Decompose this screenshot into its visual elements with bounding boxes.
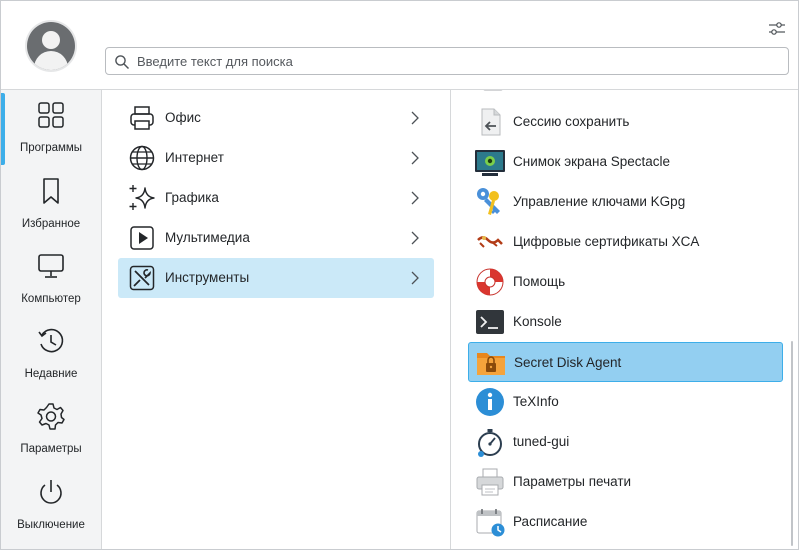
app-label: Снимок экрана Spectacle	[513, 154, 671, 169]
session-save-icon	[481, 108, 501, 136]
app-item-selected[interactable]: Secret Disk Agent	[468, 342, 783, 382]
printer-icon	[130, 106, 154, 130]
power-icon	[40, 480, 62, 504]
terminal-icon	[476, 310, 504, 334]
category-label: Офис	[165, 110, 201, 125]
app-label: TeXInfo	[513, 394, 559, 409]
app-label: Управление ключами KGpg	[513, 194, 686, 209]
category-office[interactable]: Офис	[118, 98, 434, 138]
app-item[interactable]: TeXInfo	[468, 382, 783, 422]
chevron-right-icon	[411, 151, 419, 165]
header	[1, 1, 798, 90]
nav-item-label: Выключение	[17, 519, 85, 531]
nav-item-label: Компьютер	[21, 293, 81, 305]
app-label: Сессию сохранить	[513, 114, 630, 129]
print-settings-icon	[476, 468, 504, 496]
stopwatch-icon	[478, 429, 502, 457]
bookmark-icon	[43, 178, 59, 204]
nav-item-shutdown[interactable]: Выключение	[1, 467, 101, 539]
info-icon	[476, 388, 504, 416]
avatar-body	[34, 51, 68, 70]
chevron-right-icon	[411, 271, 419, 285]
monitor-icon	[38, 254, 64, 278]
chevron-right-icon	[411, 191, 419, 205]
lifebuoy-icon	[476, 268, 504, 296]
nav-item-programs[interactable]: Программы	[1, 90, 101, 165]
chevron-right-icon	[411, 231, 419, 245]
application-list: Сессию сохранить Снимок экрана Spectacle…	[451, 90, 798, 549]
play-icon	[130, 226, 154, 250]
gear-icon	[37, 403, 65, 430]
chevron-right-icon	[411, 111, 419, 125]
category-internet[interactable]: Интернет	[118, 138, 434, 178]
category-label: Инструменты	[165, 270, 250, 285]
launcher-window: Программы Избранное Компьютер Недавние	[0, 0, 799, 550]
app-item[interactable]: Снимок экрана Spectacle	[468, 142, 783, 182]
nav-item-label: Параметры	[20, 443, 82, 455]
avatar[interactable]	[27, 22, 75, 70]
app-label: Цифровые сертификаты XCA	[513, 234, 700, 249]
secret-disk-icon	[477, 353, 505, 375]
app-label: Konsole	[513, 314, 562, 329]
avatar-head	[42, 31, 60, 49]
tools-icon	[129, 265, 155, 291]
category-label: Интернет	[165, 150, 224, 165]
spectacle-icon	[475, 150, 505, 176]
search-input[interactable]	[137, 50, 777, 72]
app-label: Secret Disk Agent	[514, 355, 622, 370]
certificate-icon	[477, 236, 503, 248]
sidebar: Программы Избранное Компьютер Недавние П…	[1, 90, 102, 549]
app-item[interactable]: Сессию сохранить	[468, 102, 783, 142]
category-label: Графика	[165, 190, 219, 205]
app-item[interactable]: Цифровые сертификаты XCA	[468, 222, 783, 262]
calendar-icon	[476, 509, 505, 537]
app-item[interactable]: Расписание	[468, 502, 783, 542]
search-icon	[115, 55, 130, 70]
nav-item-label: Недавние	[24, 368, 78, 380]
grid-icon	[38, 102, 64, 128]
app-item[interactable]: Помощь	[468, 262, 783, 302]
nav-item-favorites[interactable]: Избранное	[1, 166, 101, 238]
history-icon	[38, 328, 64, 353]
app-item[interactable]: Konsole	[468, 302, 783, 342]
app-item[interactable]: tuned-gui	[468, 422, 783, 462]
category-tools[interactable]: Инструменты	[118, 258, 434, 298]
nav-item-settings[interactable]: Параметры	[1, 391, 101, 463]
app-label: Помощь	[513, 274, 566, 289]
app-item[interactable]: Параметры печати	[468, 462, 783, 502]
app-item[interactable]: Управление ключами KGpg	[468, 182, 783, 222]
partial-app-icon	[483, 90, 503, 91]
category-multimedia[interactable]: Мультимедиа	[118, 218, 434, 258]
sparkle-icon	[129, 185, 155, 210]
scrollbar[interactable]	[791, 341, 793, 546]
app-label: tuned-gui	[513, 434, 570, 449]
nav-item-label: Избранное	[21, 218, 81, 230]
app-label: Параметры печати	[513, 474, 632, 489]
keys-icon	[477, 188, 500, 215]
nav-item-computer[interactable]: Компьютер	[1, 241, 101, 313]
sliders-icon[interactable]	[767, 19, 787, 39]
nav-item-label: Программы	[19, 142, 83, 154]
category-label: Мультимедиа	[165, 230, 250, 245]
category-list: Офис Интернет Графика Мультимедиа Инстру…	[102, 90, 451, 549]
globe-icon	[129, 145, 155, 171]
category-graphics[interactable]: Графика	[118, 178, 434, 218]
search-box[interactable]	[105, 47, 789, 75]
nav-item-recent[interactable]: Недавние	[1, 316, 101, 388]
app-label: Расписание	[513, 514, 588, 529]
active-indicator	[1, 93, 5, 165]
